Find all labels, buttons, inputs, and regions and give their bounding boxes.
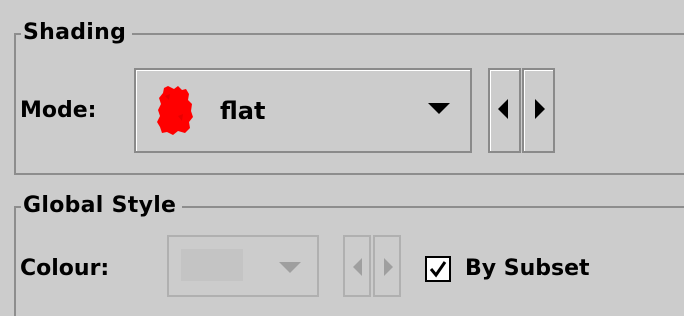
shading-title: Shading bbox=[21, 19, 133, 47]
mode-next-button[interactable] bbox=[522, 68, 555, 153]
global-style-title: Global Style bbox=[21, 192, 183, 220]
colour-swatch bbox=[181, 249, 243, 281]
mode-prev-button[interactable] bbox=[488, 68, 521, 153]
arrow-right-icon bbox=[384, 258, 393, 276]
colour-next-button bbox=[373, 235, 401, 297]
mode-value: flat bbox=[220, 97, 266, 125]
red-blob-icon bbox=[157, 86, 193, 135]
by-subset-checkbox[interactable] bbox=[425, 256, 451, 282]
by-subset-label[interactable]: By Subset bbox=[465, 255, 590, 283]
chevron-down-icon bbox=[279, 262, 301, 273]
colour-combo bbox=[167, 235, 319, 297]
arrow-right-icon bbox=[535, 99, 545, 119]
colour-label: Colour: bbox=[20, 256, 110, 281]
checkmark-icon bbox=[429, 261, 447, 278]
colour-prev-button bbox=[343, 235, 371, 297]
chevron-down-icon bbox=[428, 103, 450, 114]
mode-combo[interactable]: flat bbox=[134, 68, 472, 153]
arrow-left-icon bbox=[498, 99, 508, 119]
arrow-left-icon bbox=[353, 258, 362, 276]
mode-label: Mode: bbox=[20, 98, 97, 123]
